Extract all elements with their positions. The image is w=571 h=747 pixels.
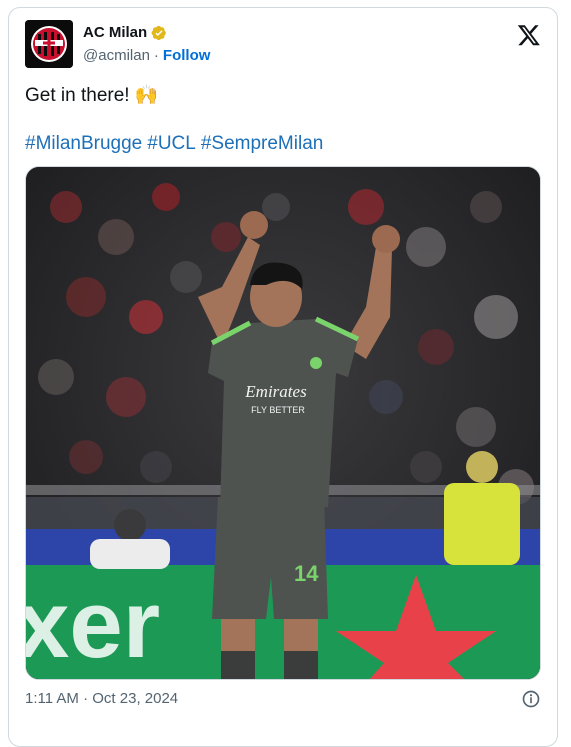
shirt-number: 14 [294,561,319,586]
shirt-sponsor-sub: FLY BETTER [251,405,305,415]
hashtag-list: #MilanBrugge #UCL #SempreMilan [25,132,541,156]
avatar[interactable] [25,20,73,68]
tweet-card: AC Milan @acmilan · Follow Get in there!… [8,7,558,747]
hashtag-sempremilan[interactable]: #SempreMilan [201,133,324,154]
hashtag-ucl[interactable]: #UCL [147,133,196,154]
info-icon[interactable] [521,689,541,709]
follow-button[interactable]: Follow [163,47,211,64]
tweet-footer: 1:11 AM · Oct 23, 2024 [25,688,541,710]
timestamp[interactable]: 1:11 AM · Oct 23, 2024 [25,690,178,707]
handle-row: @acmilan · Follow [83,47,210,64]
tweet-text: Get in there! 🙌 [25,85,159,106]
tweet-header: AC Milan @acmilan · Follow [25,20,541,68]
account-handle[interactable]: @acmilan [83,47,150,64]
celebration-photo: xer 14 Emirates FLY BETTER [26,167,540,679]
tweet-photo[interactable]: xer 14 Emirates FLY BETTER [25,166,541,680]
shirt-sponsor: Emirates [244,382,307,401]
x-logo-icon[interactable] [517,23,541,47]
account-name-row: AC Milan [83,24,167,41]
verified-badge-icon [151,25,167,40]
ac-milan-crest-icon [25,20,73,68]
svg-text:xer: xer [26,571,160,678]
separator-dot: · [153,47,159,64]
account-name[interactable]: AC Milan [83,24,147,41]
hashtag-milanbrugge[interactable]: #MilanBrugge [25,133,142,154]
